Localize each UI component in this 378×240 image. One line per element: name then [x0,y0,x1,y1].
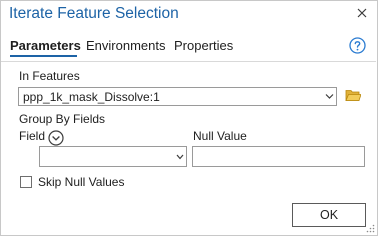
folder-icon[interactable] [345,88,361,102]
chevron-down-icon[interactable] [176,154,184,160]
null-value-input[interactable] [192,146,365,167]
close-icon[interactable] [355,6,369,20]
tab-environments[interactable]: Environments [86,38,165,53]
null-value-column-header: Null Value [193,129,247,143]
dialog-title: Iterate Feature Selection [9,5,179,22]
tab-properties[interactable]: Properties [174,38,233,53]
field-select[interactable] [39,146,187,167]
tab-parameters[interactable]: Parameters [10,38,81,53]
group-by-fields-label: Group By Fields [19,112,106,126]
skip-null-values-label: Skip Null Values [38,175,125,189]
ok-button[interactable]: OK [292,203,366,227]
header-divider [1,61,376,62]
in-features-label: In Features [19,69,80,83]
expand-circle-icon[interactable] [48,130,64,146]
in-features-combo[interactable]: ppp_1k_mask_Dissolve:1 [18,87,337,106]
resize-grip-icon[interactable] [366,224,375,233]
active-tab-indicator [10,55,77,57]
skip-null-values-checkbox[interactable] [20,176,32,188]
in-features-value: ppp_1k_mask_Dissolve:1 [23,90,160,104]
chevron-down-icon[interactable] [325,93,334,100]
field-column-header: Field [19,129,46,143]
help-icon[interactable] [349,37,366,54]
